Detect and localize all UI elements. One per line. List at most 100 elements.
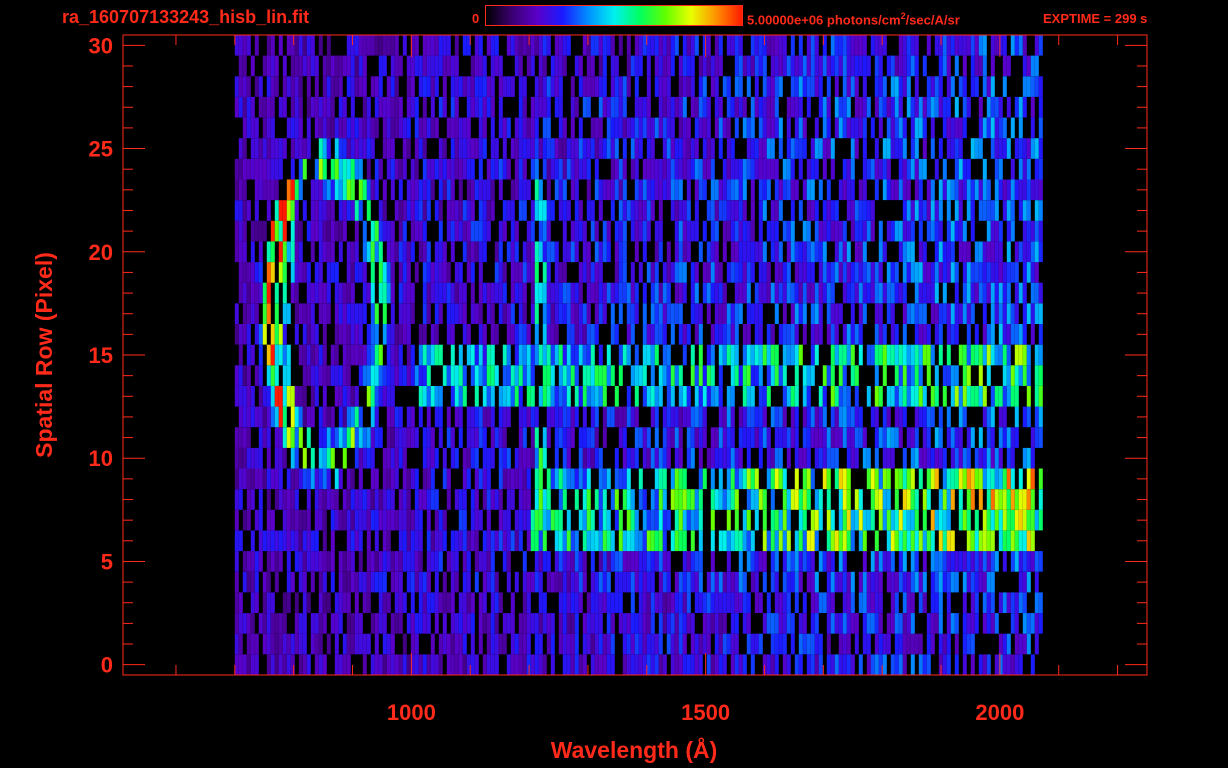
heatmap-cell <box>854 613 859 634</box>
heatmap-cell <box>898 613 903 634</box>
heatmap-cell <box>370 427 375 448</box>
heatmap-cell <box>502 76 507 97</box>
heatmap-cell <box>874 427 879 448</box>
heatmap-cell <box>666 76 671 97</box>
heatmap-cell <box>522 138 527 159</box>
heatmap-cell <box>670 406 675 428</box>
heatmap-cell <box>322 406 327 428</box>
heatmap-cell <box>430 633 435 655</box>
heatmap-cell <box>686 427 691 448</box>
heatmap-cell <box>434 447 439 469</box>
heatmap-cell <box>238 489 243 510</box>
heatmap-cell <box>874 654 879 675</box>
heatmap-cell <box>274 365 279 386</box>
heatmap-cell <box>886 344 891 366</box>
heatmap-cell <box>554 241 559 263</box>
heatmap-cell <box>658 654 663 675</box>
heatmap-cell <box>306 365 311 386</box>
heatmap-cell <box>782 344 787 366</box>
heatmap-cell <box>1026 344 1031 366</box>
heatmap-cell <box>742 96 747 118</box>
heatmap-cell <box>358 324 363 345</box>
heatmap-cell <box>350 427 355 448</box>
heatmap-cell <box>1022 530 1027 552</box>
heatmap-cell <box>954 386 959 407</box>
heatmap-cell <box>666 138 671 159</box>
heatmap-cell <box>498 179 503 201</box>
heatmap-cell <box>958 35 963 56</box>
heatmap-cell <box>410 241 415 263</box>
heatmap-cell <box>338 200 343 221</box>
heatmap-cell <box>818 303 823 324</box>
heatmap-cell <box>318 96 323 118</box>
heatmap-cell <box>934 427 939 448</box>
heatmap-cell <box>842 489 847 510</box>
heatmap-cell <box>618 220 623 242</box>
heatmap-cell <box>886 55 891 77</box>
heatmap-cell <box>758 344 763 366</box>
heatmap-cell <box>418 200 423 221</box>
heatmap-cell <box>238 406 243 428</box>
heatmap-cell <box>602 386 607 407</box>
heatmap-cell <box>594 220 599 242</box>
heatmap-cell <box>258 489 263 510</box>
heatmap-cell <box>434 117 439 139</box>
heatmap-cell <box>614 468 619 490</box>
heatmap-cell <box>982 324 987 345</box>
heatmap-cell <box>746 427 751 448</box>
heatmap-cell <box>454 303 459 324</box>
heatmap-cell <box>810 468 815 490</box>
heatmap-cell <box>766 35 771 56</box>
heatmap-cell <box>702 35 707 56</box>
heatmap-cell <box>610 324 615 345</box>
heatmap-cell <box>734 282 739 304</box>
heatmap-cell <box>302 613 307 634</box>
heatmap-cell <box>914 447 919 469</box>
heatmap-cell <box>822 551 827 572</box>
heatmap-cell <box>918 633 923 655</box>
heatmap-cell <box>306 509 311 531</box>
heatmap-cell <box>810 613 815 634</box>
heatmap-cell <box>734 200 739 221</box>
heatmap-cell <box>982 158 987 180</box>
heatmap-cell <box>826 200 831 221</box>
heatmap-cell <box>278 489 283 510</box>
heatmap-cell <box>682 654 687 675</box>
heatmap-cell <box>698 530 703 552</box>
heatmap-cell <box>246 303 251 324</box>
heatmap-cell <box>930 200 935 221</box>
heatmap-cell <box>658 76 663 97</box>
heatmap-cell <box>966 365 971 386</box>
heatmap-cell <box>590 117 595 139</box>
heatmap-cell <box>642 200 647 221</box>
heatmap-cell <box>802 303 807 324</box>
heatmap-cell <box>506 158 511 180</box>
heatmap-cell <box>438 344 443 366</box>
heatmap-cell <box>270 241 275 263</box>
heatmap-cell <box>978 530 983 552</box>
heatmap-cell <box>530 427 535 448</box>
heatmap-cell <box>990 220 995 242</box>
heatmap-cell <box>546 303 551 324</box>
heatmap-cell <box>886 530 891 552</box>
heatmap-cell <box>590 509 595 531</box>
heatmap-cell <box>522 303 527 324</box>
heatmap-cell <box>682 406 687 428</box>
heatmap-cell <box>974 55 979 77</box>
heatmap-cell <box>774 282 779 304</box>
heatmap-cell <box>858 324 863 345</box>
heatmap-cell <box>994 220 999 242</box>
heatmap-cell <box>458 262 463 283</box>
heatmap-cell <box>822 96 827 118</box>
heatmap-cell <box>258 282 263 304</box>
heatmap-cell <box>518 200 523 221</box>
heatmap-cell <box>458 138 463 159</box>
heatmap-cell <box>1014 613 1019 634</box>
heatmap-cell <box>326 220 331 242</box>
heatmap-cell <box>446 117 451 139</box>
heatmap-cell <box>926 76 931 97</box>
heatmap-cell <box>906 55 911 77</box>
heatmap-cell <box>546 571 551 593</box>
heatmap-cell <box>662 551 667 572</box>
heatmap-cell <box>418 509 423 531</box>
